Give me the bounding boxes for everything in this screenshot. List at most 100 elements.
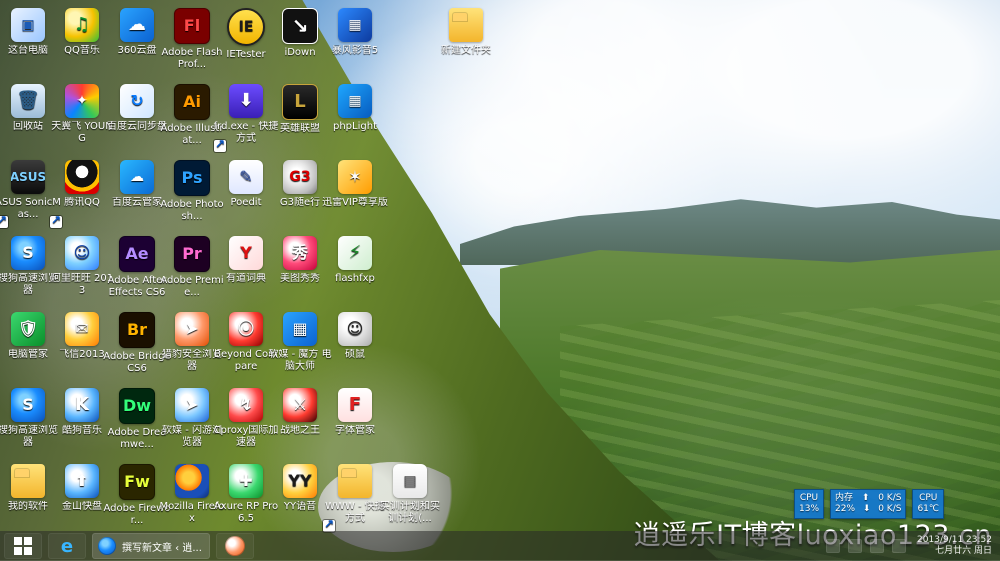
windows-logo-icon xyxy=(14,537,32,555)
shortcut-arrow-icon xyxy=(0,214,8,228)
desktop-icon-label: 暴风影音5 xyxy=(331,45,379,56)
league-of-legends-icon: L xyxy=(282,84,318,120)
adobe-photoshop-icon: Ps xyxy=(174,160,210,196)
idown-icon: ↘ xyxy=(282,8,318,44)
desktop-icon-label: flashfxp xyxy=(335,273,375,284)
taskbar-window-title: 撰写新文章 ‹ 逍... xyxy=(122,542,202,554)
cproxy-icon: ↯ xyxy=(229,388,263,422)
desktop-icon-label: 迅雷VIP尊享版 xyxy=(322,197,388,208)
kugou-icon: K xyxy=(65,388,99,422)
pc-manager-icon: 🛡 xyxy=(11,312,45,346)
aliwangwang-icon: ☺ xyxy=(65,236,99,270)
frd-exe-icon: ⬇ xyxy=(229,84,263,118)
desktop-icon-document[interactable]: ▤ 实训计划和实训计划(... xyxy=(376,460,444,534)
poedit-icon: ✎ xyxy=(229,160,263,194)
storm-player-icon: ▦ xyxy=(338,8,372,42)
liebao-browser-icon xyxy=(225,536,245,556)
adobe-fireworks-icon: Fw xyxy=(119,464,155,500)
tray-icon[interactable] xyxy=(848,539,862,553)
sogou-browser-icon: S xyxy=(11,388,45,422)
beyond-compare-icon: ⦿ xyxy=(229,312,263,346)
desktop-icon-flashfxp[interactable]: ⚡ flashfxp xyxy=(321,232,389,306)
firefox-icon xyxy=(175,464,209,498)
memory-row: 内存 ⬆ 0 K/S xyxy=(835,493,901,504)
fetion-icon: ✉ xyxy=(65,312,99,346)
memory-value: 22% xyxy=(835,504,856,514)
cpu-temp-value: 61℃ xyxy=(917,504,939,514)
360-cloud-icon: ☁ xyxy=(120,8,154,42)
shuoshu-icon: ☺ xyxy=(338,312,372,346)
folder-icon xyxy=(449,8,483,42)
desktop-icon-font-manager[interactable]: F 字体管家 xyxy=(321,384,389,458)
ruanmei-mofang-icon: ▦ xyxy=(283,312,317,346)
memory-network-box: 内存 ⬆ 0 K/S 22% ⬇ 0 K/S xyxy=(830,489,907,519)
my-software-icon xyxy=(11,464,45,498)
cpu-value: 13% xyxy=(799,504,820,514)
cpu-temp-label: CPU xyxy=(919,493,938,503)
taskbar-liebao-button[interactable] xyxy=(216,533,254,559)
desktop-icon-storm-player[interactable]: ▦ 暴风影音5 xyxy=(321,4,389,78)
this-pc-icon: ▣ xyxy=(11,8,45,42)
start-button[interactable] xyxy=(4,533,42,559)
desktop-icon-shuoshu[interactable]: ☺ 硕鼠 xyxy=(321,308,389,382)
asus-sonicmaster-icon: ASUS xyxy=(11,160,45,194)
desktop-icon-phplight[interactable]: ▦ phpLight xyxy=(321,80,389,154)
desktop-icon-new-folder[interactable]: 新建文件夹 xyxy=(432,4,500,78)
desktop-icon-label: 实训计划和实训计划(... xyxy=(380,501,440,524)
shortcut-arrow-icon xyxy=(214,138,226,152)
document-icon: ▤ xyxy=(393,464,427,498)
adobe-bridge-icon: Br xyxy=(119,312,155,348)
tianyi-young-icon: ✦ xyxy=(65,84,99,118)
phplight-icon: ▦ xyxy=(338,84,372,118)
sogou-browser-icon: S xyxy=(11,236,45,270)
adobe-dreamweaver-icon: Dw xyxy=(119,388,155,424)
desktop-icon-label: 硕鼠 xyxy=(345,349,365,360)
shortcut-arrow-icon xyxy=(50,214,62,228)
upload-value: 0 K/S xyxy=(878,493,902,503)
qq-music-icon: ♫ xyxy=(65,8,99,42)
thunder-vip-icon: ✶ xyxy=(338,160,372,194)
clock-time: 2013/9/11 23:52 xyxy=(917,535,992,545)
internet-explorer-icon: e xyxy=(60,535,74,557)
cpu-box: CPU 13% xyxy=(794,489,825,519)
tray-icon[interactable] xyxy=(826,539,840,553)
taskbar: e 撰写新文章 ‹ 逍... 2013/9/11 23:52 七月廿六 周日 xyxy=(0,531,1000,561)
system-tray: 2013/9/11 23:52 七月廿六 周日 xyxy=(826,531,1000,561)
taskbar-clock[interactable]: 2013/9/11 23:52 七月廿六 周日 xyxy=(914,535,992,557)
taskbar-active-window[interactable]: 撰写新文章 ‹ 逍... xyxy=(92,533,210,559)
desktop-icon-thunder-vip[interactable]: ✶ 迅雷VIP尊享版 xyxy=(321,156,389,230)
www-shortcut-icon xyxy=(338,464,372,498)
tencent-qq-icon xyxy=(65,160,99,194)
tray-icon[interactable] xyxy=(892,539,906,553)
font-manager-icon: F xyxy=(338,388,372,422)
tray-icon[interactable] xyxy=(870,539,884,553)
adobe-illustrator-icon: Ai xyxy=(174,84,210,120)
desktop-icon-label: 新建文件夹 xyxy=(441,45,491,56)
youdao-dict-icon: Y xyxy=(229,236,263,270)
yy-voice-icon: YY xyxy=(283,464,317,498)
flashfxp-icon: ⚡ xyxy=(338,236,372,270)
baidu-sync-icon: ↻ xyxy=(120,84,154,118)
recycle-bin-icon: 🗑 xyxy=(11,84,45,118)
download-value: 0 K/S xyxy=(878,504,902,514)
clock-date: 七月廿六 周日 xyxy=(935,546,992,556)
adobe-flash-icon: Fl xyxy=(174,8,210,44)
taskbar-ie-button[interactable]: e xyxy=(48,533,86,559)
download-row: 22% ⬇ 0 K/S xyxy=(835,504,901,515)
adobe-premiere-icon: Pr xyxy=(174,236,210,272)
liebao-browser-icon: ➤ xyxy=(175,312,209,346)
kingsoft-kuaipan-icon: ⬆ xyxy=(65,464,99,498)
download-icon: ⬇ xyxy=(862,504,871,514)
ietester-icon: IE xyxy=(227,8,265,46)
memory-label: 内存 xyxy=(835,493,854,503)
g3-icon: G3 xyxy=(283,160,317,194)
battlefield-icon: ⚔ xyxy=(283,388,317,422)
desktop-icon-label: phpLight xyxy=(333,121,377,132)
temperature-box: CPU 61℃ xyxy=(912,489,944,519)
ruanmei-flash-browser-icon: ➤ xyxy=(175,388,209,422)
adobe-after-effects-icon: Ae xyxy=(119,236,155,272)
desktop-icon-label: 字体管家 xyxy=(335,425,375,436)
system-monitor-widget[interactable]: CPU 13% 内存 ⬆ 0 K/S 22% ⬇ 0 K/S CPU 61℃ xyxy=(794,489,944,519)
cpu-label: CPU xyxy=(799,493,819,503)
meitu-icon: 秀 xyxy=(283,236,317,270)
